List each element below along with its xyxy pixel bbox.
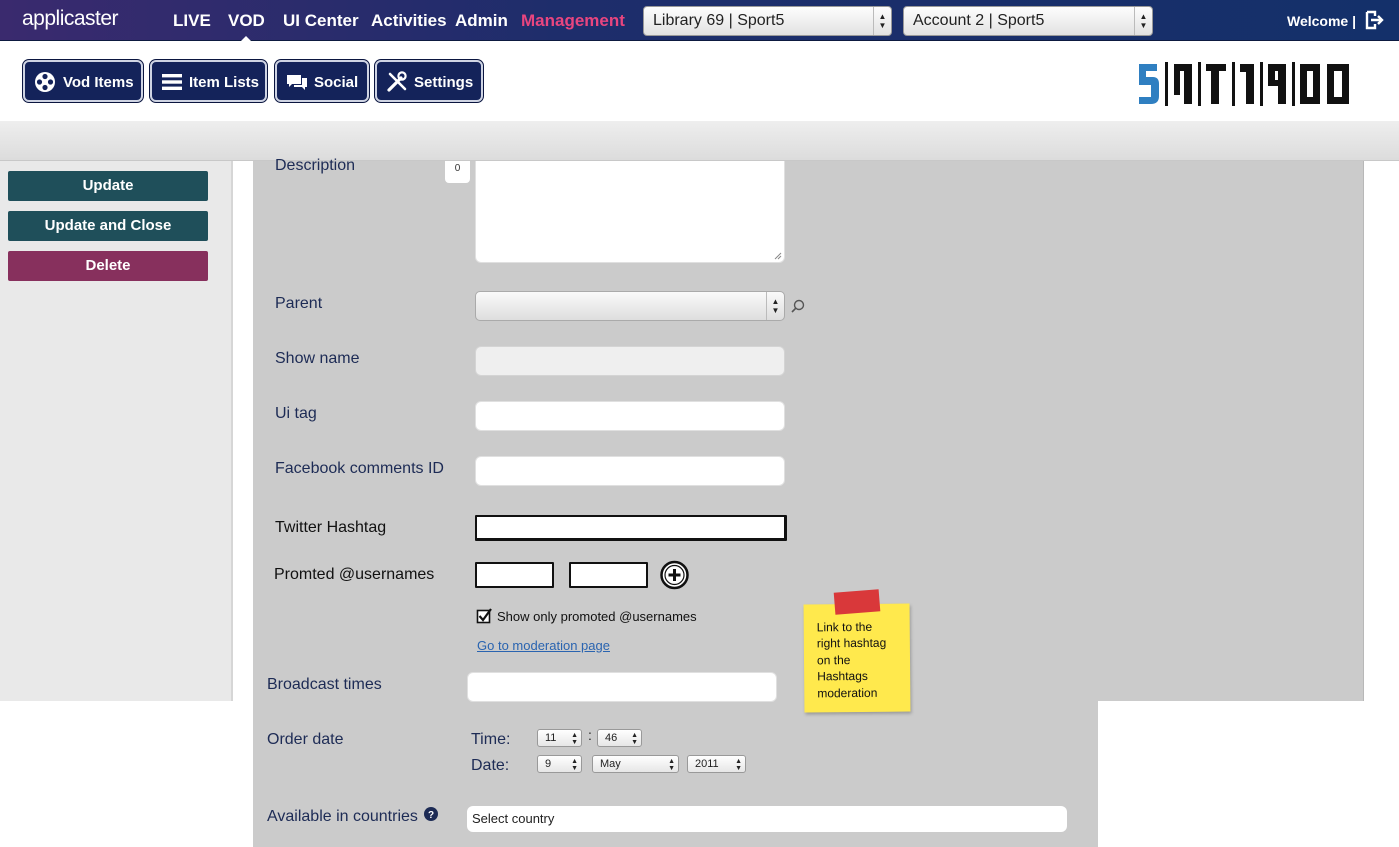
ui-tag-label: Ui tag (275, 405, 317, 422)
update-and-close-button[interactable]: Update and Close (8, 211, 208, 241)
vod-items-label: Vod Items (63, 74, 134, 91)
show-only-promoted-label: Show only promoted @usernames (497, 609, 697, 624)
brand-logo-image (1139, 62, 1349, 106)
nav-live[interactable]: LIVE (173, 11, 211, 31)
twitter-hashtag-input[interactable] (475, 515, 787, 541)
add-circle-icon[interactable] (660, 560, 689, 590)
select-arrows-icon: ▲ ▼ (668, 758, 675, 772)
month-value: May (600, 758, 621, 770)
minute-select[interactable]: 46 ▲ ▼ (597, 729, 642, 747)
twitter-hashtag-label: Twitter Hashtag (275, 519, 387, 536)
item-lists-label: Item Lists (189, 74, 260, 91)
country-placeholder: Select country (472, 811, 555, 826)
library-select[interactable]: Library 69 | Sport5 ▲ ▼ (643, 6, 892, 36)
facebook-comments-label: Facebook comments ID (275, 460, 444, 477)
day-value: 9 (545, 758, 552, 770)
nav-management[interactable]: Management (521, 11, 625, 31)
social-label: Social (314, 74, 359, 91)
day-select[interactable]: 9 ▲ ▼ (537, 755, 582, 773)
date-label: Date: (471, 757, 510, 774)
sticky-note-line: moderation (817, 685, 878, 700)
account-select-value: Account 2 | Sport5 (913, 12, 1045, 29)
tools-icon (387, 71, 407, 92)
promoted-usernames-label: Promted @usernames (274, 566, 435, 583)
sticky-note-line: Link to the (816, 619, 873, 635)
time-separator: : (588, 727, 592, 743)
show-only-promoted-checkbox[interactable] (476, 608, 492, 624)
app-logo[interactable]: applicaster (22, 7, 119, 31)
panel-edge (1363, 161, 1364, 701)
vod-items-button[interactable]: Vod Items (23, 60, 143, 102)
sticky-note-line: right hashtag (816, 636, 887, 651)
nav-vod[interactable]: VOD (228, 11, 265, 31)
sticky-note-tape (833, 589, 881, 615)
facebook-comments-input[interactable] (475, 456, 785, 486)
toolbar-strip (0, 121, 1399, 161)
order-date-label: Order date (267, 731, 344, 748)
help-icon[interactable]: ? (424, 807, 438, 821)
sticky-note-line: Hashtags (817, 669, 868, 684)
parent-select[interactable]: ▲ ▼ (475, 291, 785, 321)
month-select[interactable]: May ▲ ▼ (592, 755, 679, 773)
promoted-username-input[interactable] (569, 562, 648, 588)
list-icon (162, 74, 182, 90)
select-arrows-icon: ▲ ▼ (631, 732, 638, 746)
year-value: 2011 (695, 758, 719, 770)
delete-button[interactable]: Delete (8, 251, 208, 281)
ui-tag-input[interactable] (475, 401, 785, 431)
select-arrows-icon: ▲ ▼ (766, 292, 784, 320)
settings-label: Settings (414, 74, 474, 91)
sticky-note: Link to the right hashtag on the Hashtag… (803, 589, 911, 713)
broadcast-times-input[interactable] (467, 672, 777, 702)
description-label: Description (275, 157, 356, 174)
search-icon[interactable] (790, 298, 806, 314)
country-select[interactable]: Select country (467, 806, 1067, 832)
select-arrows-icon: ▲ ▼ (873, 7, 891, 35)
resize-grip-icon[interactable] (774, 252, 782, 260)
description-char-count: 0 (445, 161, 470, 183)
select-arrows-icon: ▲ ▼ (1134, 7, 1152, 35)
svg-text:?: ? (428, 810, 434, 821)
sticky-note-line: on the (816, 652, 851, 668)
item-lists-button[interactable]: Item Lists (150, 60, 267, 102)
select-arrows-icon: ▲ ▼ (571, 758, 578, 772)
show-name-label: Show name (275, 350, 360, 367)
description-textarea[interactable] (475, 161, 785, 263)
chat-bubbles-icon (287, 75, 307, 90)
film-reel-icon (35, 72, 55, 92)
welcome-text: Welcome | (1287, 13, 1357, 29)
show-name-input[interactable] (475, 346, 785, 376)
promoted-username-input[interactable] (475, 562, 554, 588)
actions-sidebar: Update Update and Close Delete (0, 161, 233, 701)
top-bar: applicaster LIVE VOD UI Center Activitie… (0, 0, 1399, 41)
available-countries-label: Available in countries (267, 808, 418, 825)
select-arrows-icon: ▲ ▼ (735, 758, 742, 772)
parent-label: Parent (275, 295, 323, 312)
update-button[interactable]: Update (8, 171, 208, 201)
settings-button[interactable]: Settings (375, 60, 483, 102)
minute-value: 46 (605, 732, 618, 744)
moderation-page-link[interactable]: Go to moderation page (477, 638, 610, 653)
nav-admin[interactable]: Admin (455, 11, 508, 31)
hour-value: 11 (545, 732, 557, 744)
time-label: Time: (471, 731, 511, 748)
nav-active-indicator (241, 36, 251, 41)
library-select-value: Library 69 | Sport5 (653, 12, 785, 29)
account-select[interactable]: Account 2 | Sport5 ▲ ▼ (903, 6, 1153, 36)
nav-activities[interactable]: Activities (371, 11, 447, 31)
hour-select[interactable]: 11 ▲ ▼ (537, 729, 582, 747)
broadcast-times-label: Broadcast times (267, 676, 382, 693)
select-arrows-icon: ▲ ▼ (571, 732, 578, 746)
nav-ui-center[interactable]: UI Center (283, 11, 359, 31)
logout-icon[interactable] (1364, 10, 1384, 30)
social-button[interactable]: Social (275, 60, 369, 102)
year-select[interactable]: 2011 ▲ ▼ (687, 755, 746, 773)
